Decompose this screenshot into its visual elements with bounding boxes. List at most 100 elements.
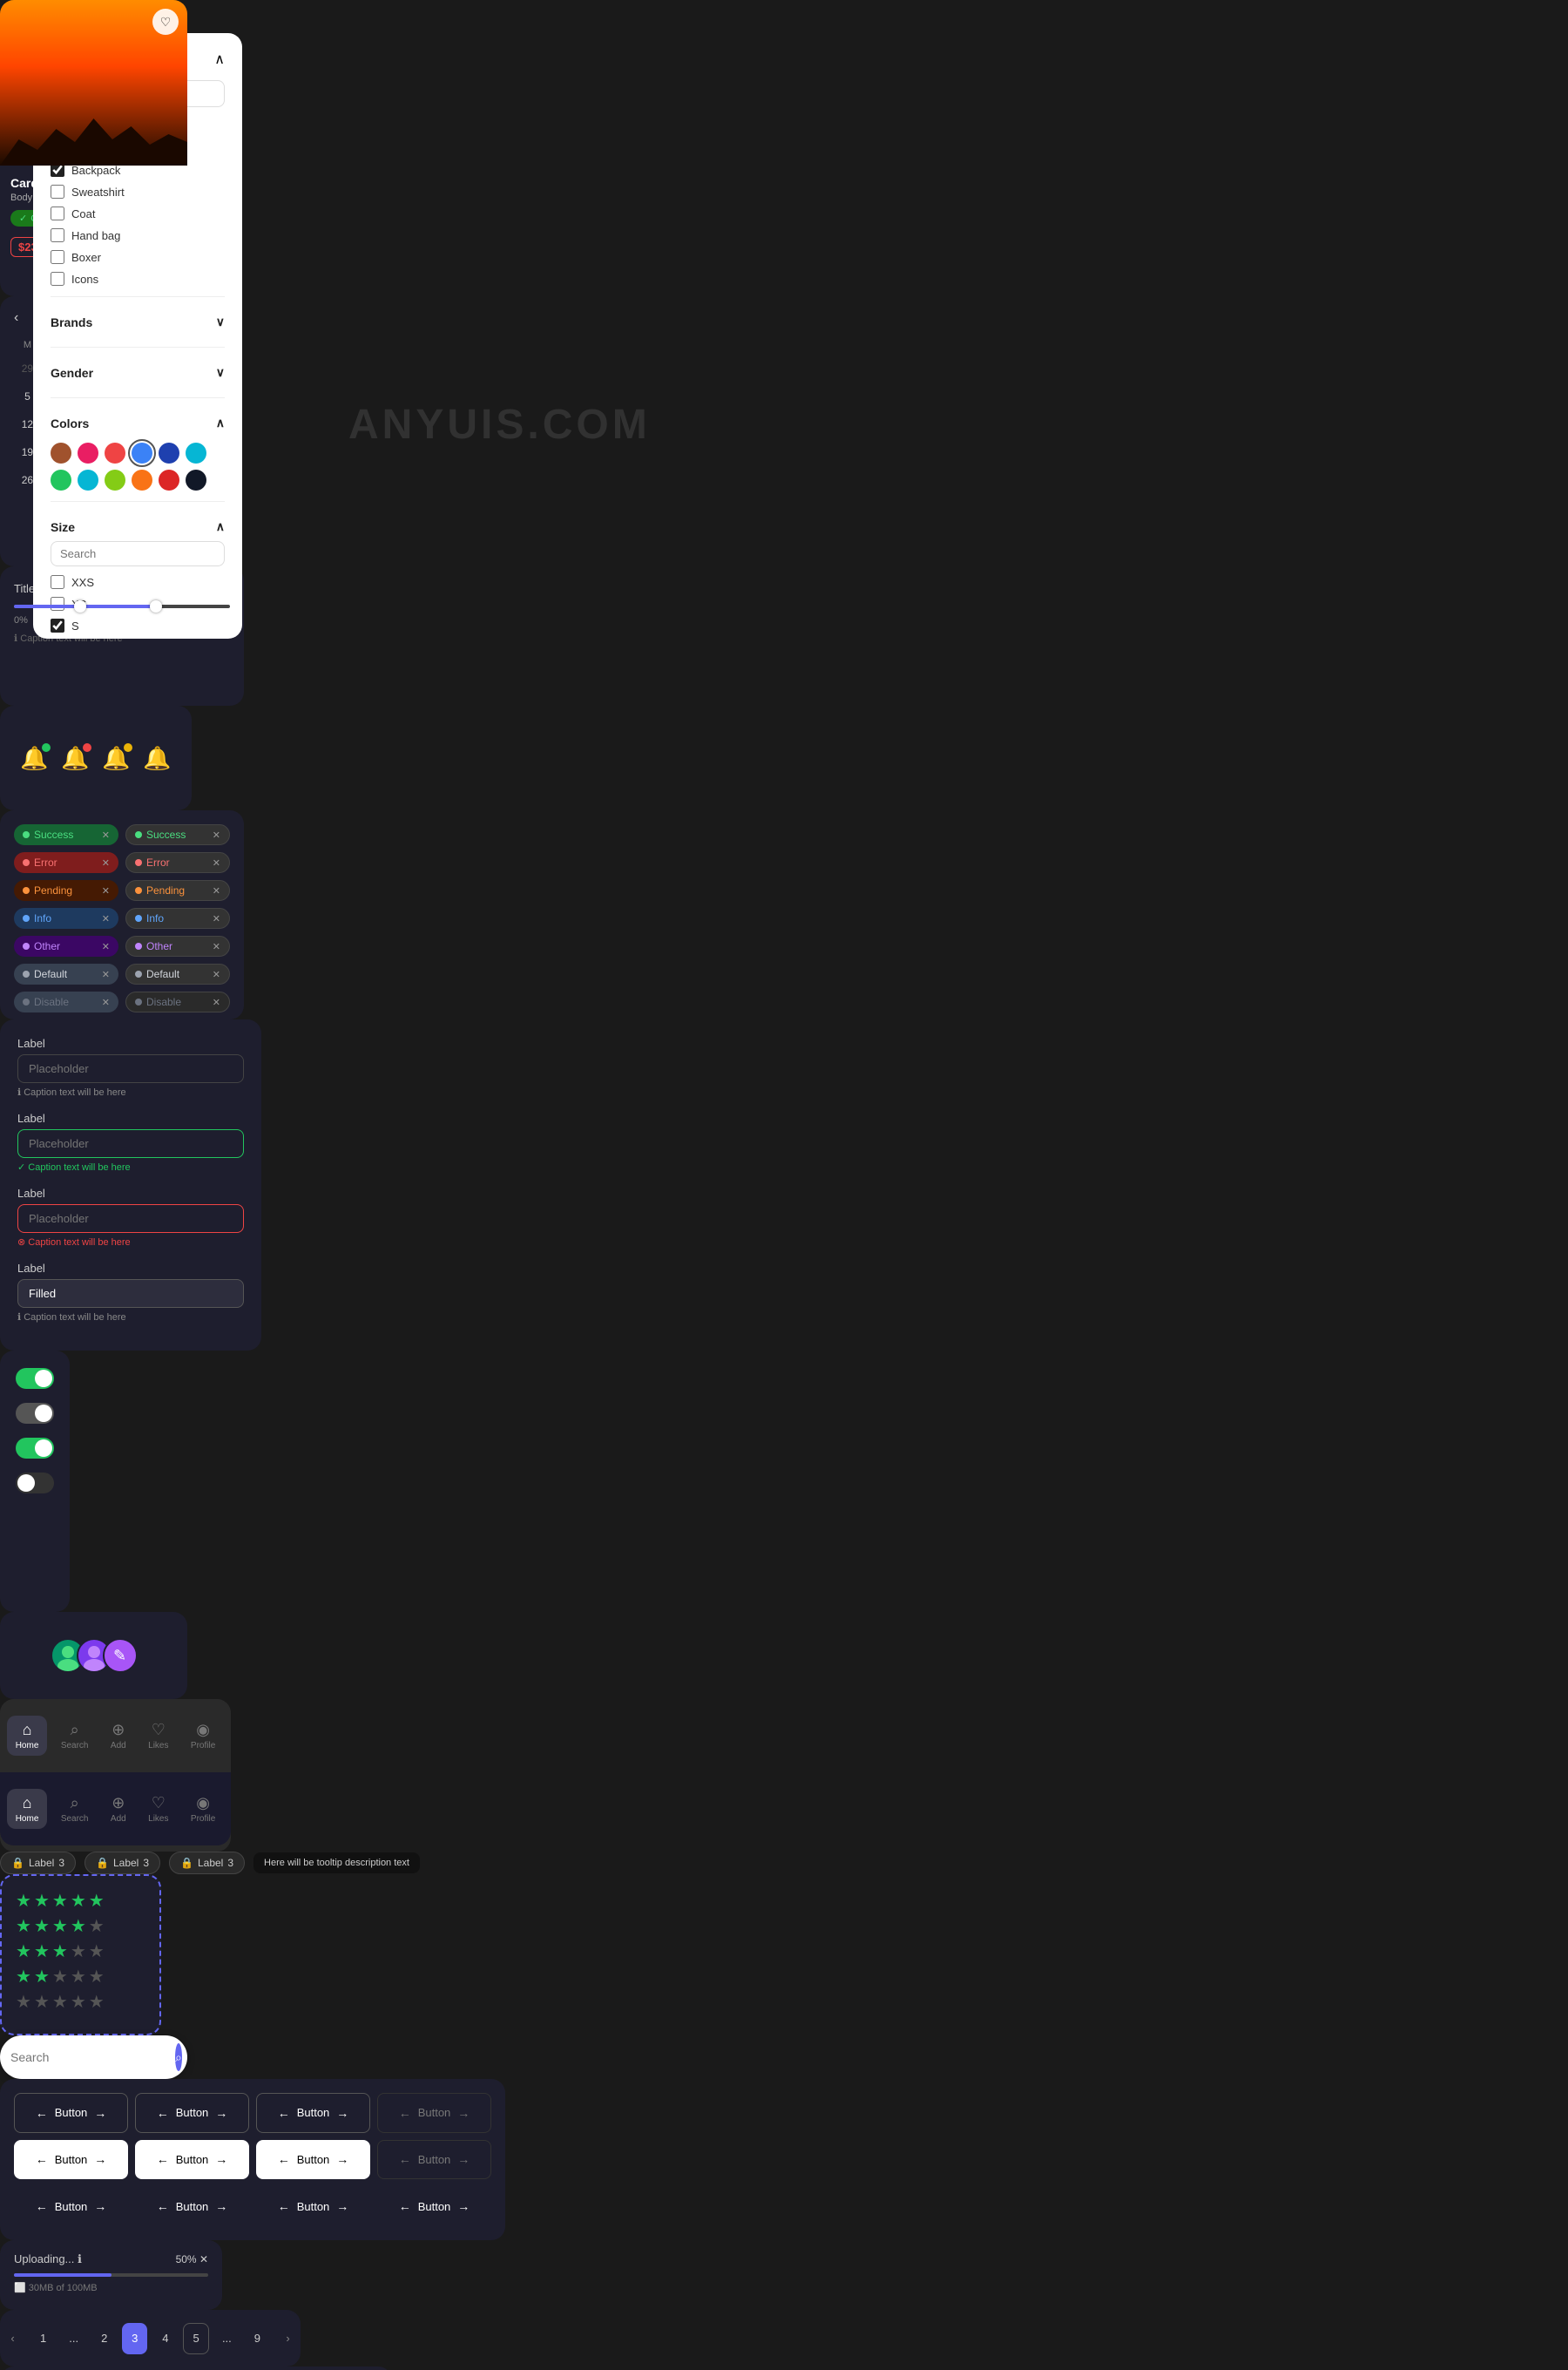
button-outlined-1[interactable]: ← Button → [14, 2093, 128, 2133]
nav-profile2[interactable]: ◉ Profile [182, 1789, 224, 1829]
search-button[interactable]: ⌕ [175, 2043, 182, 2071]
star-empty[interactable]: ★ [71, 1991, 86, 2013]
nav-profile[interactable]: ◉ Profile [182, 1716, 224, 1756]
star-empty[interactable]: ★ [52, 1991, 68, 2013]
tooltip-chip-2[interactable]: 🔒 Label 3 [84, 1852, 160, 1874]
sweatshirt-checkbox[interactable] [51, 185, 64, 199]
gender-section[interactable]: Gender ∨ [51, 358, 225, 387]
input-error[interactable] [17, 1204, 244, 1233]
icons-checkbox[interactable] [51, 272, 64, 286]
star-filled[interactable]: ★ [16, 1940, 31, 1962]
color-pink[interactable] [78, 443, 98, 464]
xs-checkbox[interactable] [51, 597, 64, 611]
s-checkbox[interactable] [51, 619, 64, 633]
star-filled[interactable]: ★ [52, 1940, 68, 1962]
color-brown[interactable] [51, 443, 71, 464]
tag-close-icon[interactable]: ✕ [213, 969, 220, 980]
tag-close-icon[interactable]: ✕ [213, 885, 220, 897]
favorite-button[interactable]: ♡ [152, 9, 179, 35]
bell-active-green[interactable]: 🔔 [20, 745, 48, 772]
tag-close-icon[interactable]: ✕ [102, 941, 110, 952]
color-black[interactable] [186, 470, 206, 491]
nav-home2-active[interactable]: ⌂ Home [7, 1789, 48, 1829]
star-filled[interactable]: ★ [34, 1940, 50, 1962]
color-teal[interactable] [78, 470, 98, 491]
prev-month-button[interactable]: ‹ [14, 310, 18, 326]
button-subtle-3[interactable]: ← Button → [256, 2186, 370, 2226]
tag-close-icon[interactable]: ✕ [102, 997, 110, 1008]
color-orange[interactable] [132, 470, 152, 491]
tag-close-icon[interactable]: ✕ [213, 830, 220, 841]
page-9[interactable]: 9 [245, 2323, 270, 2354]
star-filled[interactable]: ★ [16, 1890, 31, 1912]
input-filled[interactable] [17, 1279, 244, 1308]
search-input[interactable] [10, 2050, 168, 2064]
star-filled[interactable]: ★ [89, 1890, 105, 1912]
nav-search2[interactable]: ⌕ Search [52, 1789, 98, 1829]
star-filled[interactable]: ★ [34, 1890, 50, 1912]
color-lime[interactable] [105, 470, 125, 491]
slider-track-container[interactable] [14, 605, 230, 608]
page-3-active[interactable]: 3 [122, 2323, 147, 2354]
toggle-on-green2[interactable] [16, 1438, 54, 1459]
tooltip-chip-1[interactable]: 🔒 Label 3 [0, 1852, 76, 1874]
input-normal[interactable] [17, 1054, 244, 1083]
color-darkblue[interactable] [159, 443, 179, 464]
prev-page-button[interactable]: ‹ [0, 2323, 25, 2354]
tag-close-icon[interactable]: ✕ [102, 969, 110, 980]
star-empty[interactable]: ★ [89, 1940, 105, 1962]
button-filled-2[interactable]: ← Button → [135, 2140, 249, 2180]
tag-close-icon[interactable]: ✕ [102, 857, 110, 869]
star-empty[interactable]: ★ [34, 1991, 50, 2013]
colors-section[interactable]: Colors ∧ [51, 409, 225, 437]
page-2[interactable]: 2 [91, 2323, 117, 2354]
coat-checkbox[interactable] [51, 207, 64, 220]
star-filled[interactable]: ★ [34, 1966, 50, 1987]
page-5[interactable]: 5 [183, 2323, 208, 2354]
star-filled[interactable]: ★ [34, 1915, 50, 1937]
input-success[interactable] [17, 1129, 244, 1158]
nav-add[interactable]: ⊕ Add [102, 1716, 135, 1756]
button-subtle-2[interactable]: ← Button → [135, 2186, 249, 2226]
button-subtle-1[interactable]: ← Button → [14, 2186, 128, 2226]
tag-close-icon[interactable]: ✕ [213, 913, 220, 924]
tooltip-chip-3[interactable]: 🔒 Label 3 [169, 1852, 245, 1874]
star-empty[interactable]: ★ [71, 1940, 86, 1962]
nav-add2[interactable]: ⊕ Add [102, 1789, 135, 1829]
handbag-checkbox[interactable] [51, 228, 64, 242]
toggle-off[interactable] [16, 1473, 54, 1493]
bell-inactive[interactable]: 🔔 [143, 745, 171, 772]
tag-close-icon[interactable]: ✕ [102, 885, 110, 897]
tag-close-icon[interactable]: ✕ [102, 913, 110, 924]
star-empty[interactable]: ★ [89, 1915, 105, 1937]
star-filled[interactable]: ★ [16, 1966, 31, 1987]
button-outlined-3[interactable]: ← Button → [256, 2093, 370, 2133]
star-filled[interactable]: ★ [16, 1915, 31, 1937]
star-filled[interactable]: ★ [71, 1890, 86, 1912]
avatar-edit-button[interactable]: ✎ [103, 1638, 138, 1673]
toggle-on-gray[interactable] [16, 1403, 54, 1424]
color-cyan[interactable] [186, 443, 206, 464]
page-4[interactable]: 4 [152, 2323, 178, 2354]
star-empty[interactable]: ★ [16, 1991, 31, 2013]
star-empty[interactable]: ★ [89, 1966, 105, 1987]
size-section[interactable]: Size ∧ [51, 512, 225, 541]
boxer-checkbox[interactable] [51, 250, 64, 264]
nav-search[interactable]: ⌕ Search [52, 1716, 98, 1756]
star-filled[interactable]: ★ [71, 1915, 86, 1937]
close-icon[interactable]: ✕ [199, 2253, 208, 2265]
color-crimson[interactable] [159, 470, 179, 491]
star-filled[interactable]: ★ [52, 1915, 68, 1937]
button-filled-1[interactable]: ← Button → [14, 2140, 128, 2180]
color-blue[interactable] [132, 443, 152, 464]
next-page-button[interactable]: › [275, 2323, 301, 2354]
nav-likes2[interactable]: ♡ Likes [139, 1789, 177, 1829]
color-red[interactable] [105, 443, 125, 464]
bell-active-yellow[interactable]: 🔔 [102, 745, 130, 772]
color-green[interactable] [51, 470, 71, 491]
page-1[interactable]: 1 [30, 2323, 56, 2354]
xxs-checkbox[interactable] [51, 575, 64, 589]
size-search-input[interactable] [51, 541, 225, 566]
tag-close-icon[interactable]: ✕ [102, 830, 110, 841]
nav-home-active[interactable]: ⌂ Home [7, 1716, 48, 1756]
